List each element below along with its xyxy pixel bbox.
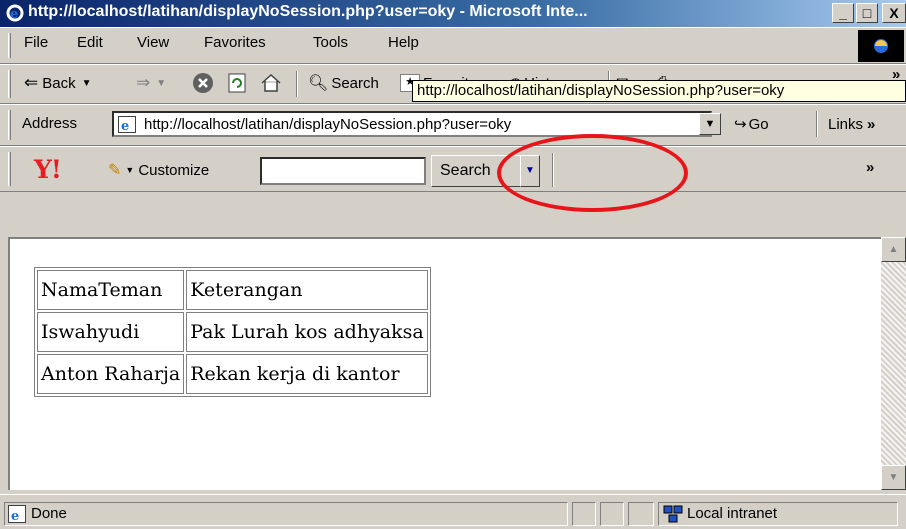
go-button[interactable]: ↪ Go (734, 110, 769, 138)
table-cell: Anton Raharja (37, 354, 185, 394)
title-bar[interactable]: e http://localhost/latihan/displayNoSess… (0, 0, 906, 27)
chevron-down-icon: ▼ (125, 165, 135, 175)
home-button[interactable] (260, 69, 282, 97)
maximize-button[interactable]: □ (856, 3, 878, 23)
yahoo-grip[interactable] (8, 152, 11, 186)
arrow-down-icon: ▼ (888, 472, 899, 483)
table-cell: Rekan kerja di kantor (186, 354, 428, 394)
table-row: Iswahyudi Pak Lurah kos adhyaksa (37, 312, 428, 352)
svg-text:e: e (10, 7, 18, 22)
menu-grip[interactable] (8, 33, 11, 58)
zone-text: Local intranet (687, 505, 778, 522)
refresh-icon (228, 73, 246, 93)
yahoo-more-button[interactable]: » (866, 159, 874, 176)
highlight-oval (497, 134, 688, 212)
stop-icon (193, 73, 213, 93)
page-content: NamaTeman Keterangan Iswahyudi Pak Lurah… (8, 237, 881, 490)
stop-button[interactable] (192, 69, 214, 97)
home-icon (261, 73, 281, 92)
menu-view[interactable]: View (137, 34, 169, 51)
search-label: Search (331, 74, 379, 92)
menu-favorites[interactable]: Favorites (204, 34, 266, 51)
links-button[interactable]: Links » (828, 110, 875, 138)
status-bar: e Done Local intranet (0, 494, 906, 529)
links-label: Links (828, 115, 864, 133)
go-arrow-icon: ↪ (734, 116, 747, 133)
search-button[interactable]: 🔍︎ Search (308, 69, 379, 97)
back-button[interactable]: ⇐ Back ▼ (24, 69, 92, 97)
menu-tools[interactable]: Tools (313, 34, 348, 51)
status-pane-main: e Done (4, 502, 568, 526)
address-separator (816, 111, 818, 137)
customize-button[interactable]: ✎ ▼ Customize (108, 156, 209, 184)
menu-help[interactable]: Help (388, 34, 419, 51)
yahoo-logo[interactable]: Y! (34, 155, 62, 184)
status-pane (600, 502, 624, 526)
menu-edit[interactable]: Edit (77, 34, 103, 51)
chevron-down-icon: ▼ (156, 77, 167, 89)
minimize-button[interactable]: _ (832, 3, 854, 23)
arrow-up-icon: ▲ (888, 244, 899, 255)
svg-text:e: e (121, 119, 129, 133)
close-button[interactable]: X (882, 3, 906, 23)
address-bar: Address e http://localhost/latihan/displ… (0, 104, 906, 146)
table-cell: Pak Lurah kos adhyaksa (186, 312, 428, 352)
address-label: Address (22, 115, 78, 132)
customize-label: Customize (138, 161, 210, 179)
table-row: Anton Raharja Rekan kerja di kantor (37, 354, 428, 394)
address-input[interactable]: e http://localhost/latihan/displayNoSess… (112, 111, 712, 137)
ie-logo-icon: e (6, 4, 24, 22)
status-pane-zone: Local intranet (658, 502, 898, 526)
status-pane (572, 502, 596, 526)
links-more-icon: » (867, 115, 876, 133)
refresh-button[interactable] (226, 69, 248, 97)
address-value: http://localhost/latihan/displayNoSessio… (144, 116, 512, 133)
forward-arrow-icon: ⇒ (136, 73, 151, 92)
page-icon: e (118, 116, 136, 133)
toolbar-separator (296, 71, 298, 97)
table-header-cell: NamaTeman (37, 270, 185, 310)
back-arrow-icon: ⇐ (24, 73, 39, 92)
intranet-icon (663, 505, 683, 523)
chevron-down-icon: ▼ (81, 77, 92, 89)
back-label: Back (42, 74, 76, 92)
yahoo-search-label: Search (440, 162, 491, 179)
status-text: Done (31, 505, 67, 522)
svg-text:e: e (11, 509, 19, 523)
table-cell: Iswahyudi (37, 312, 185, 352)
toolbar-grip[interactable] (8, 70, 11, 98)
chevron-down-icon: ▼ (704, 118, 716, 130)
address-grip[interactable] (8, 110, 11, 140)
scroll-down-button[interactable]: ▼ (881, 465, 906, 490)
vertical-scrollbar[interactable]: ▲ ▼ (881, 237, 906, 490)
yahoo-toolbar: Y! ✎ ▼ Customize Search ▼ » (0, 146, 906, 192)
forward-button[interactable]: ⇒ ▼ (136, 69, 166, 97)
address-dropdown-button[interactable]: ▼ (699, 113, 721, 135)
yahoo-search-input[interactable] (260, 157, 426, 185)
scroll-up-button[interactable]: ▲ (881, 237, 906, 262)
url-tooltip: http://localhost/latihan/displayNoSessio… (412, 80, 906, 102)
throbber-icon (858, 30, 904, 62)
menu-file[interactable]: File (24, 34, 48, 51)
table-header-cell: Keterangan (186, 270, 428, 310)
search-icon: 🔍︎ (308, 75, 329, 92)
status-pane (628, 502, 654, 526)
window-title: http://localhost/latihan/displayNoSessio… (28, 3, 588, 20)
pencil-icon: ✎ (108, 162, 122, 179)
friends-table: NamaTeman Keterangan Iswahyudi Pak Lurah… (34, 267, 431, 397)
go-label: Go (748, 115, 769, 133)
menu-bar: File Edit View Favorites Tools Help (0, 27, 906, 64)
page-done-icon: e (8, 505, 26, 523)
table-row: NamaTeman Keterangan (37, 270, 428, 310)
